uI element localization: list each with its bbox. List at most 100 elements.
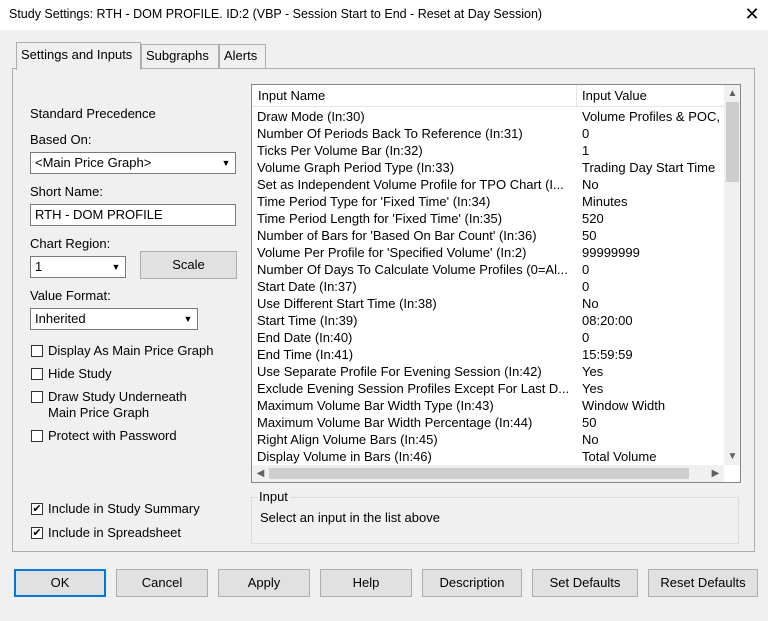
input-value: No — [582, 432, 599, 447]
table-row[interactable]: Maximum Volume Bar Width Type (In:43) Win… — [252, 397, 724, 414]
table-row[interactable]: Maximum Volume Bar Width Percentage (In:… — [252, 414, 724, 431]
table-row[interactable]: Set as Independent Volume Profile for TP… — [252, 176, 724, 193]
input-value: Yes — [582, 381, 604, 396]
input-value: 0 — [582, 279, 590, 294]
input-value: 0 — [582, 262, 590, 277]
protect-password-label: Protect with Password — [48, 428, 177, 443]
draw-underneath-label-line1: Draw Study Underneath — [48, 389, 187, 404]
table-row[interactable]: Use Different Start Time (In:38) No — [252, 295, 724, 312]
draw-underneath-checkbox[interactable] — [31, 391, 43, 403]
based-on-label: Based On: — [30, 132, 92, 147]
input-value: No — [582, 177, 599, 192]
input-groupbox-title: Input — [257, 489, 290, 504]
value-format-value: Inherited — [35, 311, 86, 326]
input-name: Maximum Volume Bar Width Percentage (In:… — [257, 415, 533, 430]
table-row[interactable]: Volume Per Profile for 'Specified Volume… — [252, 244, 724, 261]
cancel-button[interactable]: Cancel — [116, 569, 208, 597]
set-defaults-button[interactable]: Set Defaults — [532, 569, 638, 597]
input-value: 08:20:00 — [582, 313, 633, 328]
help-button[interactable]: Help — [320, 569, 412, 597]
chevron-down-icon: ▼ — [217, 154, 234, 172]
input-value: 1 — [582, 143, 590, 158]
checkmark-icon: ✔ — [32, 503, 42, 515]
reset-defaults-button[interactable]: Reset Defaults — [648, 569, 758, 597]
include-summary-checkbox[interactable]: ✔ — [31, 503, 43, 515]
table-row[interactable]: Exclude Evening Session Profiles Except … — [252, 380, 724, 397]
input-name: End Time (In:41) — [257, 347, 354, 362]
table-row[interactable]: Draw Mode (In:30) Volume Profiles & POC, — [252, 108, 724, 125]
based-on-select[interactable]: <Main Price Graph> ▼ — [30, 152, 236, 174]
description-button[interactable]: Description — [422, 569, 522, 597]
window-title: Study Settings: RTH - DOM PROFILE. ID:2 … — [9, 7, 543, 21]
input-value: Total Volume — [582, 449, 657, 464]
table-row[interactable]: Number Of Days To Calculate Volume Profi… — [252, 261, 724, 278]
protect-password-checkbox[interactable] — [31, 430, 43, 442]
table-row[interactable]: End Date (In:40) 0 — [252, 329, 724, 346]
input-value: Window Width — [582, 398, 666, 413]
scroll-up-arrow-icon[interactable]: ▲ — [724, 85, 740, 102]
input-name: Exclude Evening Session Profiles Except … — [257, 381, 570, 396]
table-row[interactable]: Right Align Volume Bars (In:45) No — [252, 431, 724, 448]
input-value: 50 — [582, 228, 597, 243]
draw-underneath-label-line2: Main Price Graph — [48, 405, 150, 420]
table-row[interactable]: Display Volume in Bars (In:46) Total Volu… — [252, 448, 724, 465]
include-spreadsheet-checkbox[interactable]: ✔ — [31, 527, 43, 539]
input-name: Draw Mode (In:30) — [257, 109, 365, 124]
ok-button[interactable]: OK — [14, 569, 106, 597]
table-row[interactable]: Number of Bars for 'Based On Bar Count' … — [252, 227, 724, 244]
chart-region-select[interactable]: 1 ▼ — [30, 256, 126, 278]
inputs-list[interactable]: Input Name Input Value Draw Mode (In:30)… — [251, 84, 741, 483]
apply-button[interactable]: Apply — [218, 569, 310, 597]
tab-subgraphs[interactable]: Subgraphs — [141, 44, 219, 68]
scroll-left-arrow-icon[interactable]: ◀ — [252, 465, 269, 482]
input-value: 520 — [582, 211, 604, 226]
input-value: 0 — [582, 330, 590, 345]
table-row[interactable]: End Time (In:41) 15:59:59 — [252, 346, 724, 363]
table-row[interactable]: Number Of Periods Back To Reference (In:… — [252, 125, 724, 142]
input-value: Volume Profiles & POC, — [582, 109, 720, 124]
table-row[interactable]: Ticks Per Volume Bar (In:32) 1 — [252, 142, 724, 159]
horizontal-scrollbar[interactable]: ◀ ▶ — [252, 465, 724, 482]
chart-region-label: Chart Region: — [30, 236, 111, 251]
input-name: Set as Independent Volume Profile for TP… — [257, 177, 564, 192]
short-name-label: Short Name: — [30, 184, 103, 199]
input-name: Volume Per Profile for 'Specified Volume… — [257, 245, 527, 260]
close-icon[interactable]: ✕ — [740, 2, 764, 26]
table-row[interactable]: Start Time (In:39) 08:20:00 — [252, 312, 724, 329]
input-name: Display Volume in Bars (In:46) — [257, 449, 432, 464]
table-row[interactable]: Start Date (In:37) 0 — [252, 278, 724, 295]
scroll-down-arrow-icon[interactable]: ▼ — [724, 448, 740, 465]
input-value: No — [582, 296, 599, 311]
include-spreadsheet-label: Include in Spreadsheet — [48, 525, 181, 540]
vertical-scroll-thumb[interactable] — [726, 102, 739, 182]
table-row[interactable]: Use Separate Profile For Evening Session… — [252, 363, 724, 380]
based-on-value: <Main Price Graph> — [35, 155, 152, 170]
scroll-right-arrow-icon[interactable]: ▶ — [707, 465, 724, 482]
input-value: Yes — [582, 364, 604, 379]
input-name: Number Of Periods Back To Reference (In:… — [257, 126, 523, 141]
input-value: 50 — [582, 415, 597, 430]
display-as-main-label: Display As Main Price Graph — [48, 343, 214, 358]
checkmark-icon: ✔ — [32, 527, 42, 539]
column-header-input-value[interactable]: Input Value — [576, 85, 653, 106]
short-name-input[interactable]: RTH - DOM PROFILE — [30, 204, 236, 226]
input-name: Use Different Start Time (In:38) — [257, 296, 437, 311]
table-row[interactable]: Volume Graph Period Type (In:33) Trading … — [252, 159, 724, 176]
tab-alerts[interactable]: Alerts — [219, 44, 266, 68]
display-as-main-checkbox[interactable] — [31, 345, 43, 357]
tab-settings-and-inputs[interactable]: Settings and Inputs — [16, 42, 141, 70]
input-name: Volume Graph Period Type (In:33) — [257, 160, 455, 175]
table-row[interactable]: Time Period Length for 'Fixed Time' (In:… — [252, 210, 724, 227]
value-format-label: Value Format: — [30, 288, 111, 303]
hide-study-label: Hide Study — [48, 366, 112, 381]
value-format-select[interactable]: Inherited ▼ — [30, 308, 198, 330]
horizontal-scroll-thumb[interactable] — [269, 468, 689, 479]
input-value: 0 — [582, 126, 590, 141]
input-name: Time Period Type for 'Fixed Time' (In:34… — [257, 194, 491, 209]
standard-precedence-label: Standard Precedence — [30, 106, 156, 121]
scale-button[interactable]: Scale — [140, 251, 237, 279]
vertical-scrollbar[interactable]: ▲ ▼ — [724, 85, 740, 465]
hide-study-checkbox[interactable] — [31, 368, 43, 380]
column-header-input-name[interactable]: Input Name — [252, 85, 331, 106]
table-row[interactable]: Time Period Type for 'Fixed Time' (In:34… — [252, 193, 724, 210]
